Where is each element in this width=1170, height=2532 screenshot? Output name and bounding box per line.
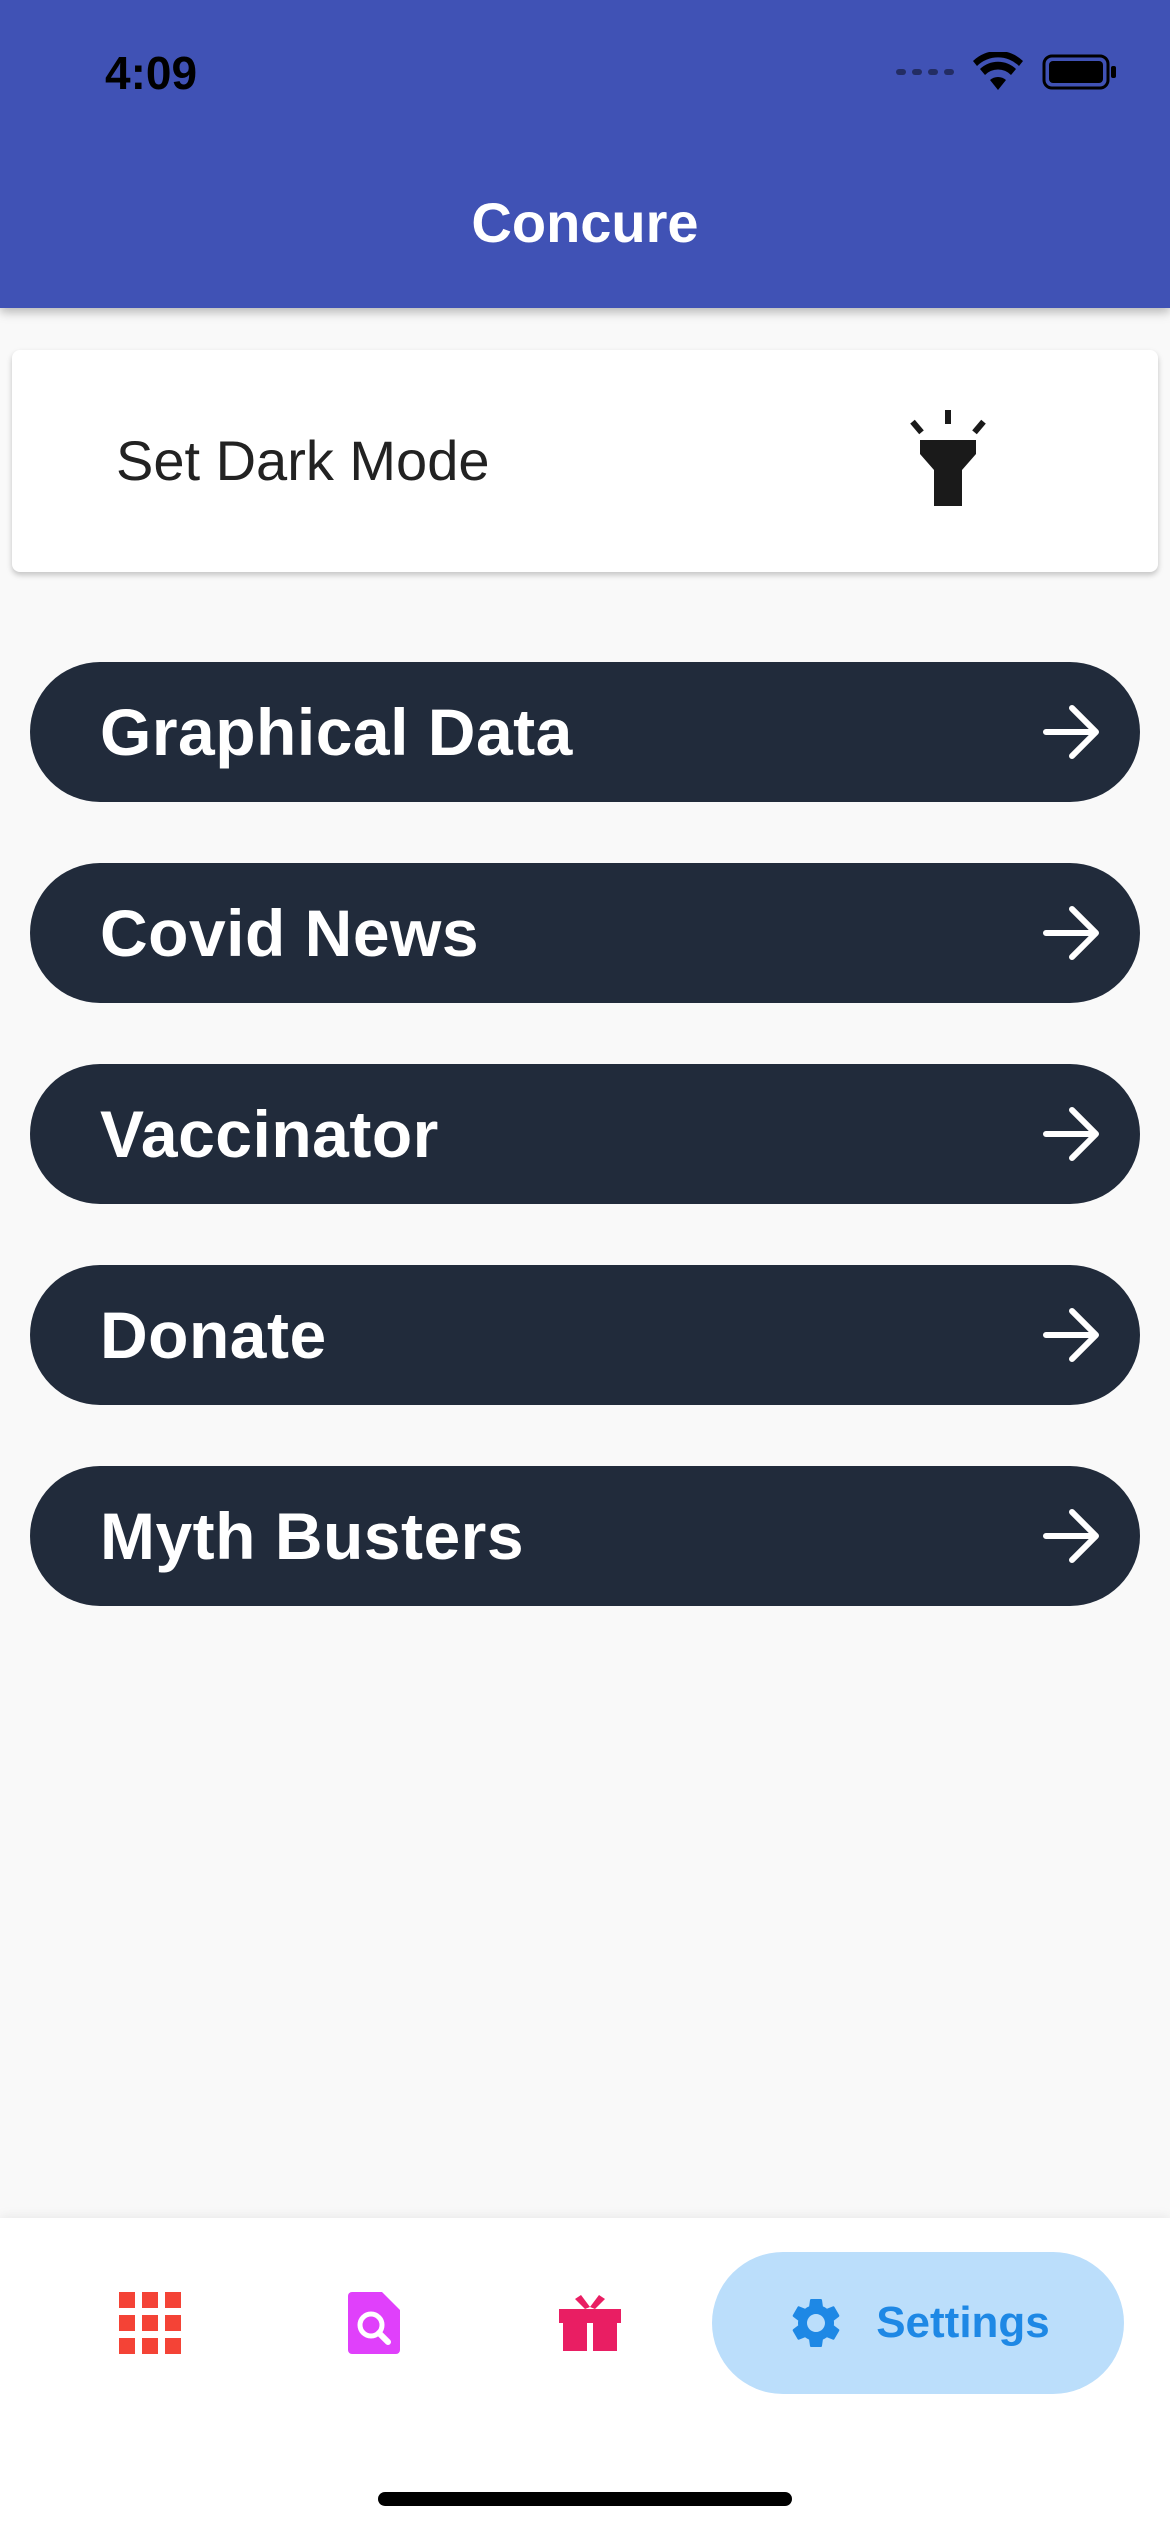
gear-icon bbox=[792, 2299, 840, 2347]
nav-item-document-search[interactable] bbox=[314, 2252, 434, 2394]
menu-item-donate[interactable]: Donate bbox=[30, 1265, 1140, 1405]
arrow-right-icon bbox=[1043, 705, 1099, 759]
menu-item-label: Vaccinator bbox=[100, 1097, 439, 1171]
dark-mode-label: Set Dark Mode bbox=[116, 429, 490, 492]
app-screen: 4:09 Concure Set Dark Mode Graphical Dat… bbox=[0, 0, 1170, 2532]
document-search-icon bbox=[348, 2292, 400, 2354]
app-title: Concure bbox=[471, 191, 699, 254]
app-bar: 4:09 Concure bbox=[0, 0, 1170, 308]
nav-settings-label: Settings bbox=[876, 2298, 1050, 2347]
arrow-right-icon bbox=[1043, 1107, 1099, 1161]
arrow-right-icon bbox=[1043, 1308, 1099, 1362]
dark-mode-card[interactable]: Set Dark Mode bbox=[12, 350, 1158, 572]
bottom-navigation: Settings bbox=[0, 2218, 1170, 2532]
battery-icon bbox=[1042, 54, 1116, 90]
arrow-right-icon bbox=[1043, 1509, 1099, 1563]
cellular-signal-icon bbox=[896, 69, 954, 75]
nav-item-grid[interactable] bbox=[90, 2252, 210, 2394]
grid-icon bbox=[119, 2292, 181, 2354]
flashlight-icon[interactable] bbox=[908, 410, 988, 510]
status-icons bbox=[896, 52, 1118, 92]
home-indicator bbox=[378, 2492, 792, 2506]
arrow-right-icon bbox=[1043, 906, 1099, 960]
wifi-icon bbox=[973, 52, 1023, 90]
nav-item-settings[interactable]: Settings bbox=[712, 2252, 1124, 2394]
menu-item-myth-busters[interactable]: Myth Busters bbox=[30, 1466, 1140, 1606]
status-time: 4:09 bbox=[105, 47, 198, 99]
menu-item-label: Graphical Data bbox=[100, 695, 573, 769]
menu-item-label: Donate bbox=[100, 1298, 327, 1372]
menu-item-vaccinator[interactable]: Vaccinator bbox=[30, 1064, 1140, 1204]
menu-item-label: Covid News bbox=[100, 896, 480, 970]
nav-item-gift[interactable] bbox=[530, 2252, 650, 2394]
menu-item-graphical-data[interactable]: Graphical Data bbox=[30, 662, 1140, 802]
menu-item-label: Myth Busters bbox=[100, 1499, 525, 1573]
menu-item-covid-news[interactable]: Covid News bbox=[30, 863, 1140, 1003]
gift-icon bbox=[559, 2295, 621, 2351]
